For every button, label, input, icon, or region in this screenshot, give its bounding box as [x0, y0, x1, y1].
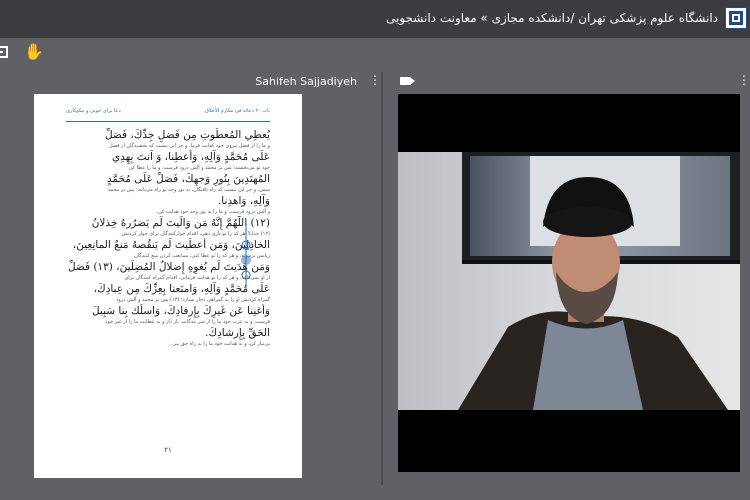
persian-translation-line: خود تو می‌بخشند؛ پس بر محمد و آلش درود ف…: [128, 165, 270, 171]
persian-translation-line: و ما را از فضل نیروی خود کفایت فرما، و ج…: [108, 143, 270, 149]
persian-translation-line: بینش، و جز این نیست که راه یافتگان، به ن…: [107, 187, 270, 193]
exit-icon[interactable]: [0, 46, 8, 58]
video-menu-icon[interactable]: ⋮: [738, 74, 750, 86]
persian-translation-line: بی‌نیاز کن، و به هدایت خود ما را به راه …: [171, 341, 270, 347]
camera-icon: [400, 77, 415, 85]
arabic-text-line: الحَقِّ بِإِرشادِكَ.: [205, 327, 270, 339]
arabic-text-line: وَآلِهِ، وَاهدِنا.: [217, 195, 270, 207]
persian-translation-line: و آلش درود فرست، و ما را به نور وجه خود …: [156, 209, 270, 215]
page-number: ۲۱: [164, 446, 172, 454]
document-page: باب ۲۰ دعائه فی مکارم الأخلاق دعا برای خ…: [34, 94, 302, 478]
video-feed: [398, 94, 740, 472]
video-panel: ⋮: [386, 72, 750, 485]
page-header-right: باب ۲۰ دعائه فی مکارم الأخلاق: [205, 108, 270, 114]
page-header: باب ۲۰ دعائه فی مکارم الأخلاق دعا برای خ…: [66, 108, 270, 122]
page-header-left: دعا برای خوبی و نیکوکاری: [66, 108, 121, 114]
university-logo[interactable]: [725, 7, 747, 29]
arabic-text-line: عَلَى مُحَمَّدٍ وَآلِهِ، وَأَعطِنا، وَ ا…: [111, 151, 270, 163]
breadcrumb[interactable]: دانشگاه علوم پزشکی تهران /دانشکده مجازی …: [386, 11, 718, 25]
top-bar: دانشگاه علوم پزشکی تهران /دانشکده مجازی …: [0, 0, 750, 38]
arabic-text-line: يُعطِي المُعطُوتِ مِن فَضلِ جِدِّكَ، فَص…: [104, 129, 270, 141]
persian-translation-line: گمراه کردنش او را به گمراهی دچار نسازد؛ …: [116, 297, 270, 303]
speaker-figure: [458, 177, 728, 410]
presentation-title: Sahifeh Sajjadiyeh: [255, 75, 357, 88]
arabic-text-line: المُهتَدِينَ بِنُورِ وَجهِكَ، فَصَلِّ عَ…: [106, 173, 270, 185]
logo-mark-icon: [729, 11, 743, 25]
raise-hand-icon[interactable]: ✋: [24, 42, 44, 61]
margin-ornament-icon: [241, 220, 251, 290]
presentation-menu-icon[interactable]: ⋮: [369, 74, 381, 86]
arabic-text-line: وَأَغنِنا عَن غَيرِكَ بِإِرفادِكَ، وَاسل…: [91, 305, 270, 317]
toolbar: ✋: [0, 38, 750, 70]
persian-translation-line: فرست، و به عزت خود ما را از شر بندگانت ب…: [105, 319, 270, 325]
video-frame: [398, 152, 740, 410]
presentation-panel: Sahifeh Sajjadiyeh ⋮ باب ۲۰ دعائه فی مکا…: [0, 72, 383, 485]
